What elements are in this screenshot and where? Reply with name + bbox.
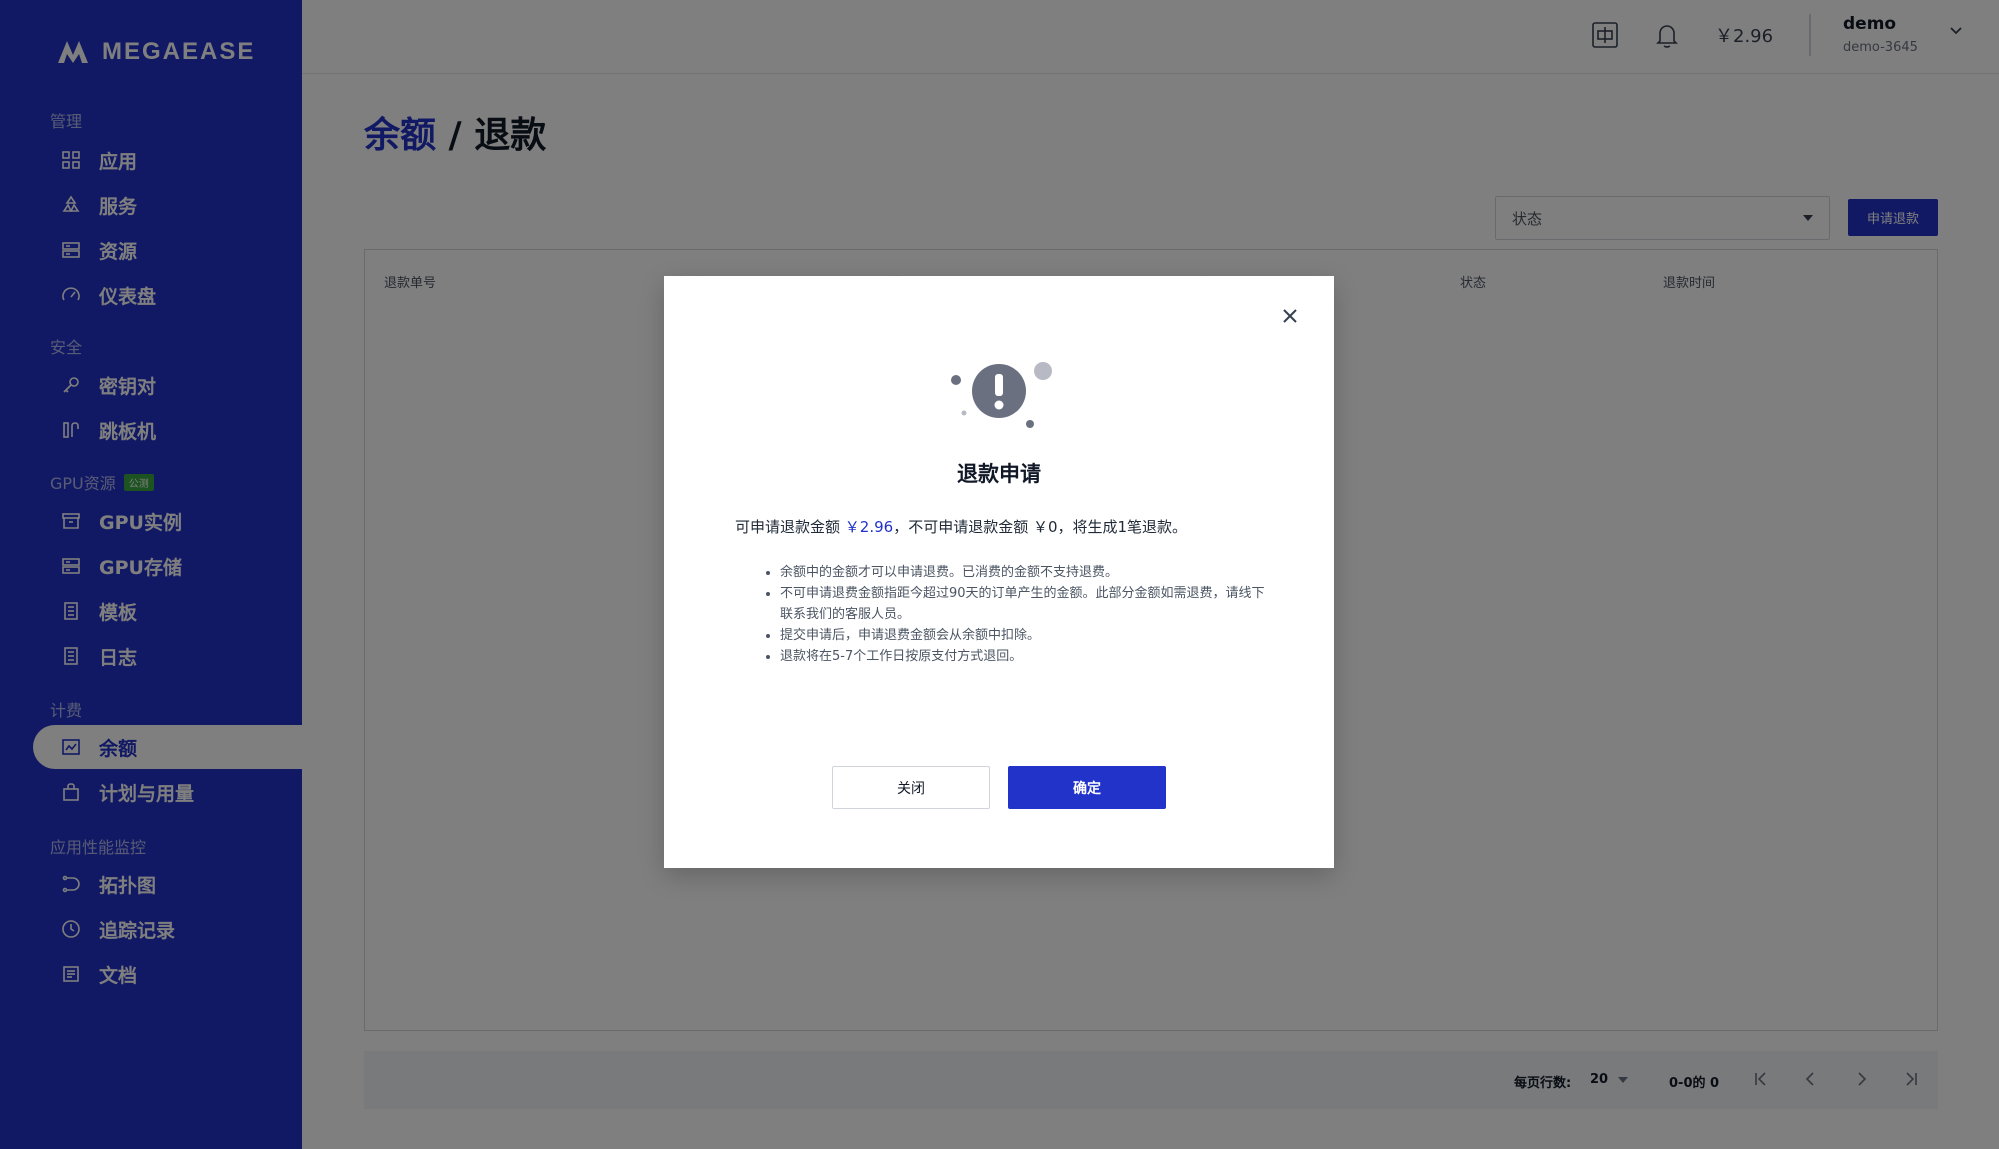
list-item: 退款将在5-7个工作日按原支付方式退回。 [766, 646, 1270, 667]
list-item: 不可申请退费金额指距今超过90天的订单产生的金额。此部分金额如需退费，请线下联系… [766, 583, 1270, 625]
dialog-title: 退款申请 [957, 462, 1041, 486]
dialog-close-button[interactable]: 关闭 [832, 766, 990, 809]
refund-request-dialog: 退款申请 可申请退款金额 ￥2.96，不可申请退款金额 ￥0，将生成1笔退款。 … [664, 276, 1334, 868]
dialog-confirm-button[interactable]: 确定 [1008, 766, 1166, 809]
refund-notes-list: 余额中的金额才可以申请退费。已消费的金额不支持退费。 不可申请退费金额指距今超过… [766, 562, 1270, 667]
list-item: 余额中的金额才可以申请退费。已消费的金额不支持退费。 [766, 562, 1270, 583]
close-icon[interactable] [1278, 304, 1302, 328]
warning-illustration-icon [951, 362, 1052, 428]
refund-summary: 可申请退款金额 ￥2.96，不可申请退款金额 ￥0，将生成1笔退款。 [735, 518, 1188, 536]
list-item: 提交申请后，申请退费金额会从余额中扣除。 [766, 625, 1270, 646]
refundable-amount: ￥2.96 [844, 518, 894, 536]
